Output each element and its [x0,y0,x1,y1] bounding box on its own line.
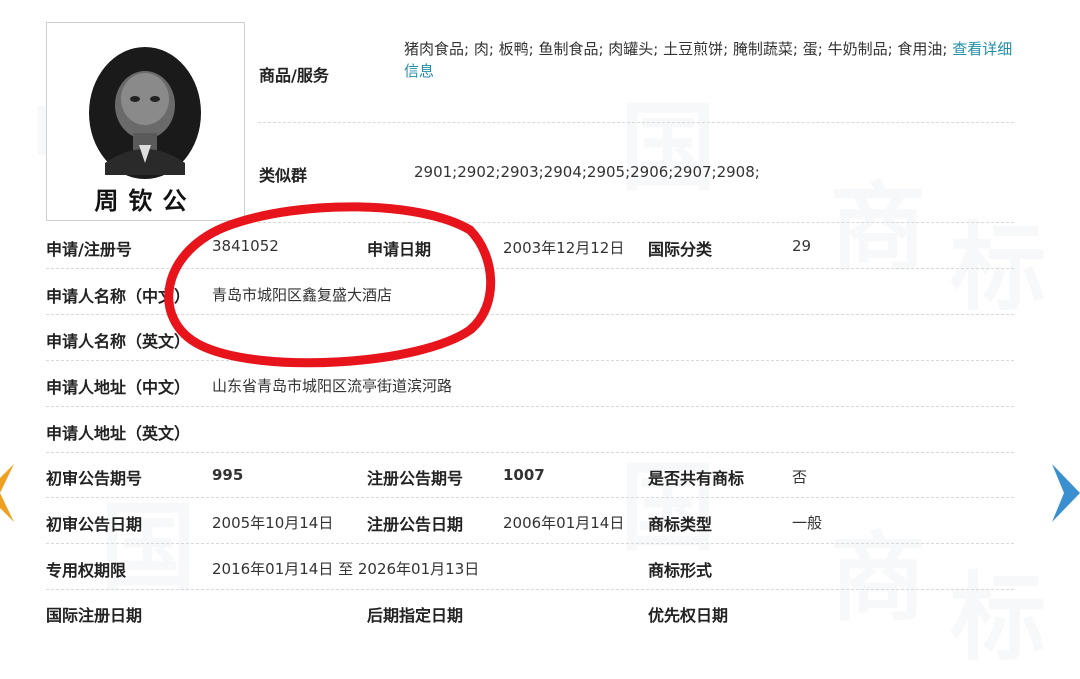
row-divider [258,222,1014,223]
row-divider [46,268,1014,269]
app-date-value: 2003年12月12日 [503,239,625,257]
row-divider [46,314,1014,315]
mark-type-value: 一般 [792,514,823,532]
similar-group-label: 类似群 [259,166,308,185]
goods-text: 猪肉食品; 肉; 板鸭; 鱼制食品; 肉罐头; 土豆煎饼; 腌制蔬菜; 蛋; 牛… [404,40,948,58]
row-divider [258,122,1014,123]
intl-class-value: 29 [792,237,812,255]
watermark-char: 国 [620,451,716,564]
row-divider [46,497,1014,498]
applicant-cn-value: 青岛市城阳区鑫复盛大酒店 [212,286,393,304]
watermark-char: 标 [950,561,1046,674]
watermark-char: 国 [620,91,716,204]
row-divider [46,452,1014,453]
logo-caption: 周钦公 [94,186,197,215]
mark-form-label: 商标形式 [648,561,713,580]
exclusive-label: 专用权期限 [46,561,127,580]
reg-no-value: 3841052 [212,237,279,255]
later-date-label: 后期指定日期 [367,606,464,625]
watermark-char: 标 [950,211,1046,324]
prelim-no-value: 995 [212,466,244,484]
applicant-en-label: 申请人名称（英文） [46,332,191,351]
trademark-image[interactable]: 周钦公 [46,22,245,221]
shared-value: 否 [792,468,808,486]
app-date-label: 申请日期 [367,240,432,259]
watermark-char: 商 [830,521,926,634]
priority-date-label: 优先权日期 [648,606,729,625]
prelim-date-value: 2005年10月14日 [212,514,334,532]
shared-label: 是否共有商标 [648,469,745,488]
row-divider [46,589,1014,590]
row-divider [46,406,1014,407]
prelim-date-label: 初审公告日期 [46,515,143,534]
reg-pub-date-label: 注册公告日期 [367,515,464,534]
address-en-label: 申请人地址（英文） [46,424,191,443]
exclusive-value: 2016年01月14日 至 2026年01月13日 [212,560,480,578]
reg-pub-no-value: 1007 [503,466,545,484]
goods-label: 商品/服务 [259,66,329,85]
prev-arrow-icon[interactable] [0,464,14,522]
row-divider [46,360,1014,361]
address-cn-label: 申请人地址（中文） [46,378,191,397]
similar-group-value: 2901;2902;2903;2904;2905;2906;2907;2908; [414,163,760,181]
applicant-cn-label: 申请人名称（中文） [46,287,191,306]
mark-type-label: 商标类型 [648,515,713,534]
row-divider [46,543,1014,544]
reg-pub-no-label: 注册公告期号 [367,469,464,488]
goods-value: 猪肉食品; 肉; 板鸭; 鱼制食品; 肉罐头; 土豆煎饼; 腌制蔬菜; 蛋; 牛… [404,38,1014,82]
intl-reg-date-label: 国际注册日期 [46,606,143,625]
address-cn-value: 山东省青岛市城阳区流亭街道滨河路 [212,377,453,395]
next-arrow-icon[interactable] [1052,464,1080,522]
reg-pub-date-value: 2006年01月14日 [503,514,625,532]
reg-no-label: 申请/注册号 [46,240,132,259]
intl-class-label: 国际分类 [648,240,713,259]
prelim-no-label: 初审公告期号 [46,469,143,488]
